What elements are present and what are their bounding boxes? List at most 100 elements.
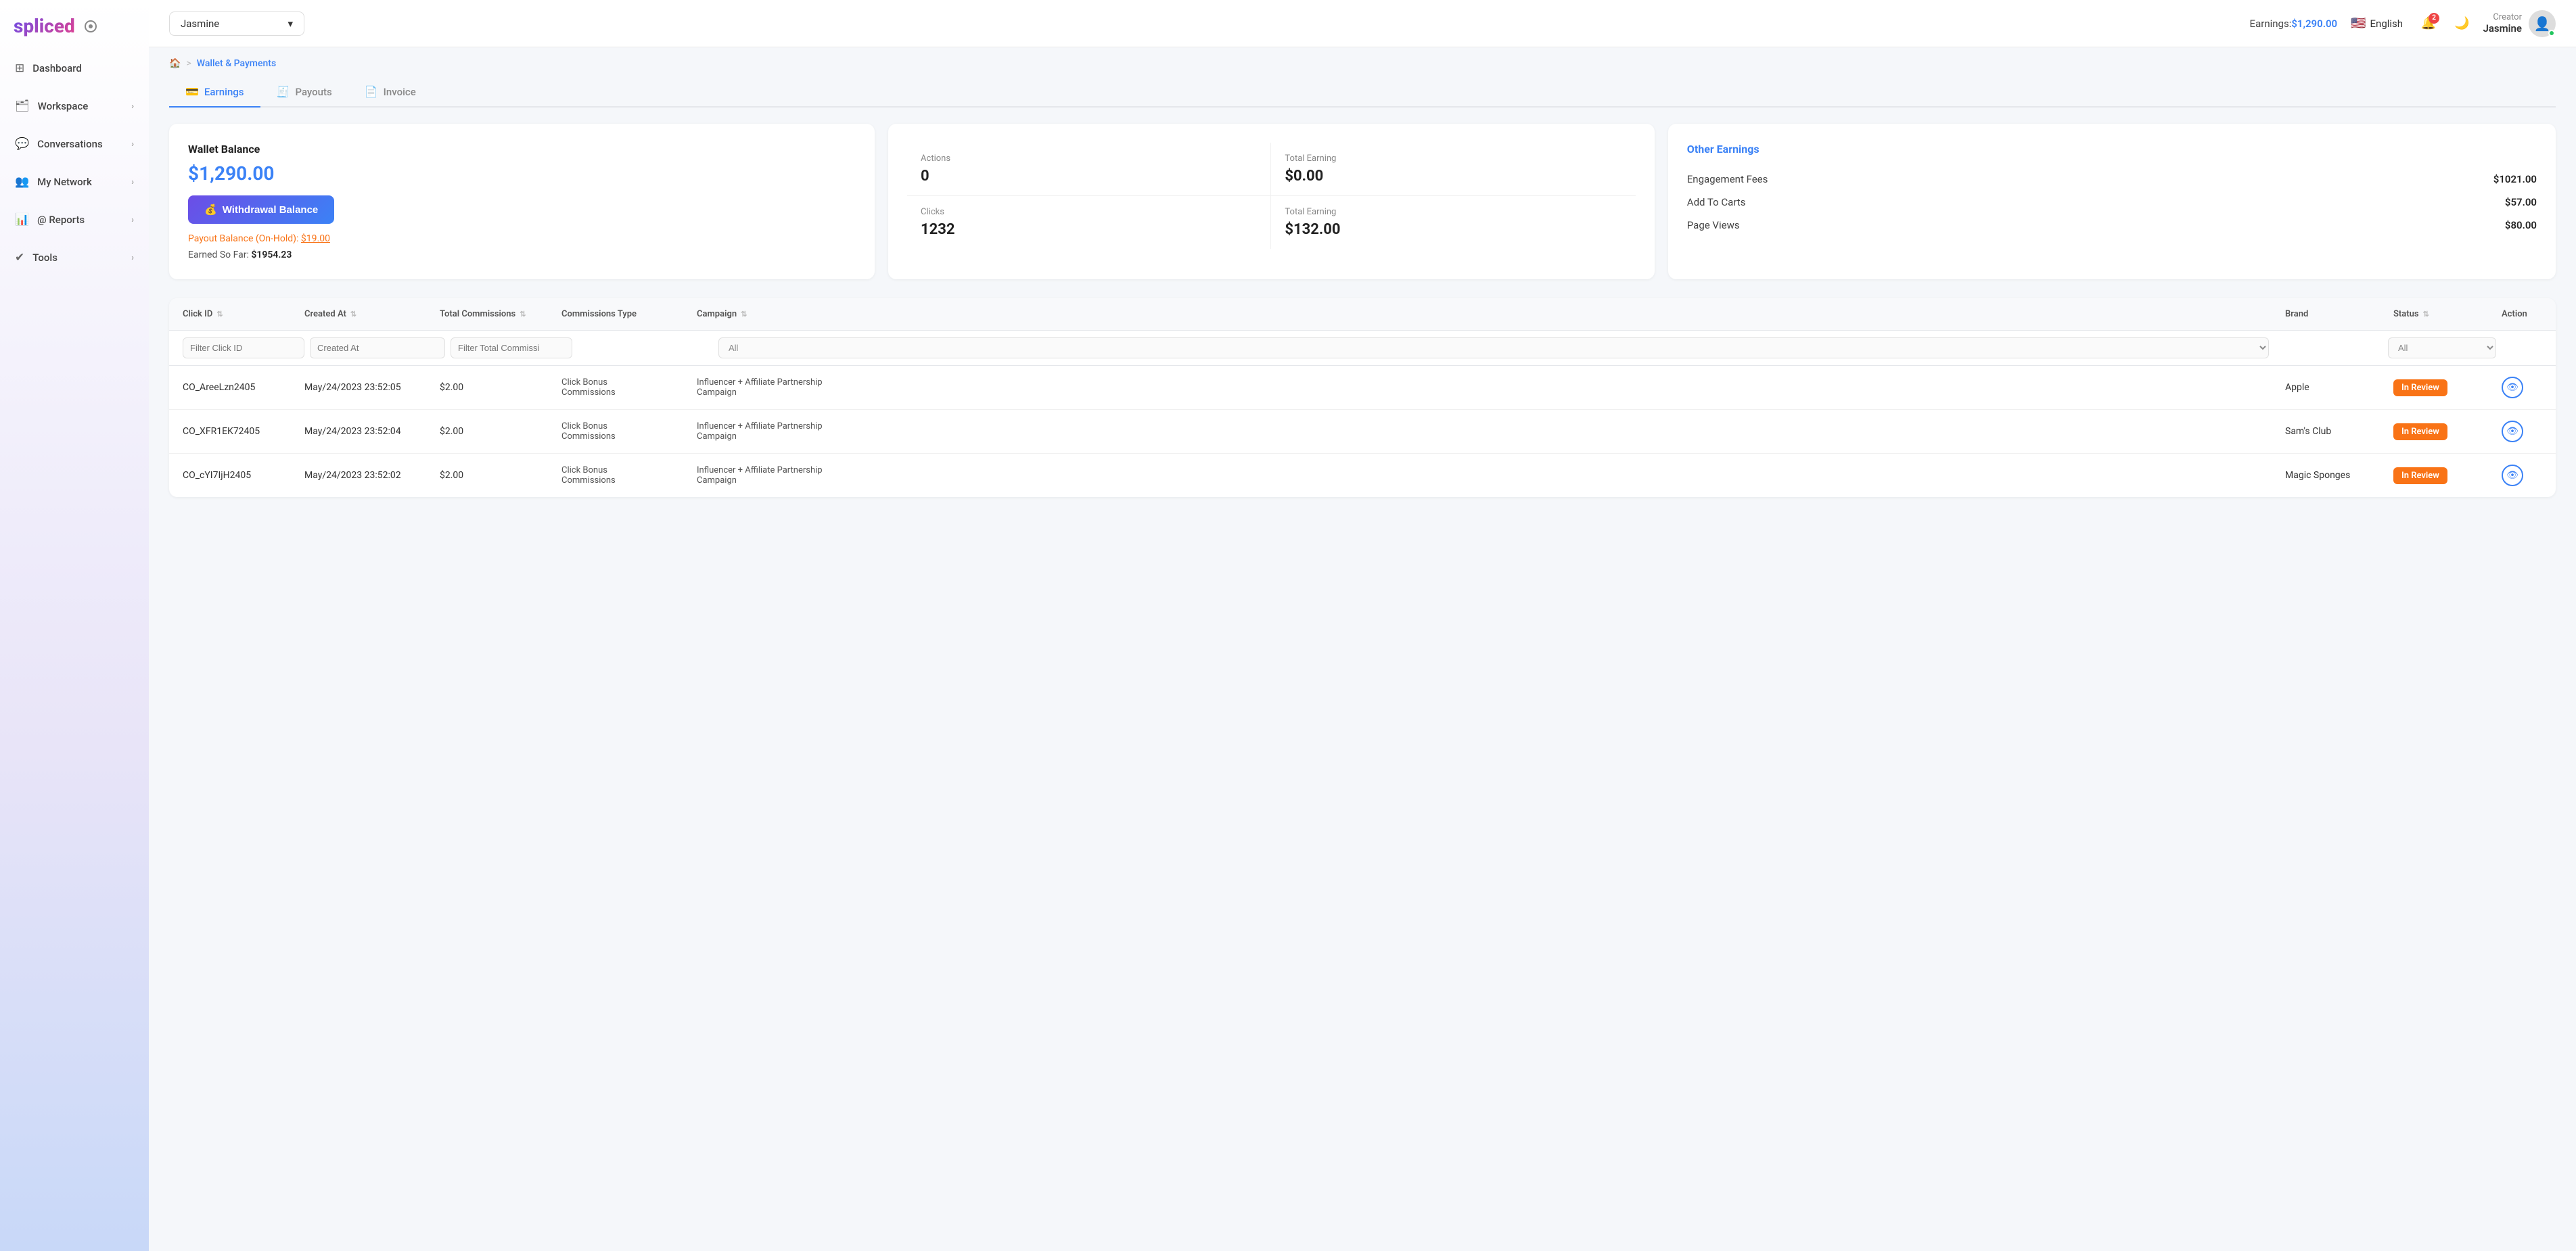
cell-click-id: CO_AreeLzn2405 [183, 382, 304, 393]
earnings-label: Earnings:$1,290.00 [2250, 18, 2338, 30]
stats-card: Actions 0 Total Earning $0.00 Clicks 123… [888, 124, 1655, 279]
sidebar-item-reports[interactable]: 📊 @ Reports › [0, 201, 149, 239]
tab-invoice[interactable]: 📄 Invoice [348, 77, 432, 108]
sort-icon[interactable]: ⇅ [350, 310, 356, 318]
total-earning-clicks-label: Total Earning [1285, 207, 1622, 217]
sort-icon[interactable]: ⇅ [2423, 310, 2429, 318]
cell-status: In Review [2393, 467, 2502, 484]
tab-payouts[interactable]: 🧾 Payouts [260, 77, 348, 108]
add-to-carts-row: Add To Carts $57.00 [1687, 191, 2537, 214]
cell-total-commissions: $2.00 [440, 470, 561, 481]
other-earnings-card: Other Earnings Engagement Fees $1021.00 … [1668, 124, 2556, 279]
sidebar-item-conversations[interactable]: 💬 Conversations › [0, 125, 149, 163]
total-earning-clicks-stat: Total Earning $132.00 [1271, 196, 1635, 249]
withdrawal-balance-button[interactable]: 💰 Withdrawal Balance [188, 195, 334, 224]
th-commissions-type: Commissions Type [561, 309, 697, 319]
wallet-amount: $1,290.00 [188, 162, 274, 185]
user-role: Creator [2483, 12, 2522, 22]
sidebar-item-dashboard[interactable]: ⊞ Dashboard [0, 49, 149, 87]
filter-created-at[interactable] [310, 337, 445, 358]
tab-label: Payouts [295, 86, 331, 98]
view-action-button[interactable]: 👁 [2502, 377, 2523, 398]
cell-campaign: Influencer + Affiliate PartnershipCampai… [697, 465, 2285, 486]
home-icon[interactable]: 🏠 [169, 58, 181, 69]
chevron-right-icon: › [131, 253, 134, 263]
sidebar-item-my-network[interactable]: 👥 My Network › [0, 163, 149, 201]
payout-hold-text: Payout Balance (On-Hold): $19.00 [188, 233, 330, 244]
th-campaign: Campaign ⇅ [697, 309, 2285, 319]
logo-text: spliced [14, 15, 75, 37]
withdrawal-btn-label: Withdrawal Balance [223, 204, 319, 216]
earned-amount: $1954.23 [251, 250, 292, 260]
reports-icon: 📊 [15, 213, 29, 227]
sidebar-item-label: My Network [37, 176, 92, 188]
add-to-carts-label: Add To Carts [1687, 196, 1746, 208]
sort-icon[interactable]: ⇅ [216, 310, 223, 318]
earned-so-far: Earned So Far: $1954.23 [188, 250, 292, 260]
add-to-carts-amount: $57.00 [2505, 196, 2537, 208]
cell-click-id: CO_XFR1EK72405 [183, 426, 304, 437]
tab-bar: 💳 Earnings 🧾 Payouts 📄 Invoice [169, 77, 2556, 108]
logo-area: spliced [0, 0, 149, 49]
cell-action: 👁 [2502, 377, 2542, 398]
cell-click-id: CO_cYI7IjH2405 [183, 470, 304, 481]
stats-grid: Actions 0 Total Earning $0.00 Clicks 123… [907, 143, 1636, 249]
view-action-button[interactable]: 👁 [2502, 421, 2523, 442]
sidebar-item-label: Workspace [38, 100, 89, 112]
status-badge: In Review [2393, 467, 2447, 484]
sort-icon[interactable]: ⇅ [741, 310, 747, 318]
engagement-fees-row: Engagement Fees $1021.00 [1687, 168, 2537, 191]
cell-commissions-type: Click BonusCommissions [561, 465, 697, 486]
chevron-right-icon: › [131, 177, 134, 187]
notifications-button[interactable]: 🔔 2 [2416, 11, 2441, 36]
workspace-selector-value: Jasmine [181, 18, 219, 30]
payout-hold-amount[interactable]: $19.00 [301, 233, 330, 244]
chevron-right-icon: › [131, 215, 134, 225]
cell-created-at: May/24/2023 23:52:05 [304, 382, 440, 393]
payouts-tab-icon: 🧾 [277, 85, 290, 98]
breadcrumb-current: Wallet & Payments [197, 58, 276, 69]
page-views-amount: $80.00 [2505, 219, 2537, 231]
tab-label: Invoice [384, 86, 416, 98]
sort-icon[interactable]: ⇅ [520, 310, 526, 318]
th-click-id: Click ID ⇅ [183, 309, 304, 319]
sidebar-item-tools[interactable]: ✔ Tools › [0, 239, 149, 277]
filter-status[interactable]: All [2388, 337, 2496, 358]
filter-campaign[interactable]: All [718, 337, 2269, 358]
sidebar-item-label: Tools [32, 252, 58, 264]
commissions-table: Click ID ⇅ Created At ⇅ Total Commission… [169, 298, 2556, 497]
flag-icon: 🇺🇸 [2351, 16, 2366, 30]
cell-brand: Magic Sponges [2285, 470, 2393, 481]
actions-value: 0 [921, 168, 1257, 185]
table-row: CO_XFR1EK72405 May/24/2023 23:52:04 $2.0… [169, 410, 2556, 454]
cell-brand: Apple [2285, 382, 2393, 393]
topbar-right: Earnings:$1,290.00 🇺🇸 English 🔔 2 🌙 Crea… [2250, 10, 2556, 37]
workspace-selector[interactable]: Jasmine ▾ [169, 11, 304, 36]
filter-total-commissions[interactable] [451, 337, 572, 358]
total-earning-actions-label: Total Earning [1285, 154, 1622, 164]
th-status: Status ⇅ [2393, 309, 2502, 319]
th-total-commissions: Total Commissions ⇅ [440, 309, 561, 319]
engagement-fees-amount: $1021.00 [2493, 173, 2537, 185]
filter-click-id[interactable] [183, 337, 304, 358]
cell-action: 👁 [2502, 465, 2542, 486]
dark-mode-toggle[interactable]: 🌙 [2454, 16, 2469, 30]
view-action-button[interactable]: 👁 [2502, 465, 2523, 486]
tools-icon: ✔ [15, 251, 24, 264]
cell-campaign: Influencer + Affiliate PartnershipCampai… [697, 421, 2285, 442]
total-earning-actions-stat: Total Earning $0.00 [1271, 143, 1635, 196]
actions-stat: Actions 0 [907, 143, 1271, 196]
tab-earnings[interactable]: 💳 Earnings [169, 77, 260, 108]
main-content: Jasmine ▾ Earnings:$1,290.00 🇺🇸 English … [149, 0, 2576, 1251]
sidebar-item-workspace[interactable]: 🗂 Workspace › [0, 87, 149, 125]
cell-status: In Review [2393, 379, 2502, 396]
workspace-icon: 🗂 [15, 99, 30, 113]
network-icon: 👥 [15, 175, 29, 189]
cell-total-commissions: $2.00 [440, 382, 561, 393]
user-profile[interactable]: Creator Jasmine 👤 [2483, 10, 2556, 37]
online-indicator [2548, 30, 2555, 37]
breadcrumb-separator: > [186, 58, 191, 69]
status-badge: In Review [2393, 379, 2447, 396]
table-header: Click ID ⇅ Created At ⇅ Total Commission… [169, 298, 2556, 331]
language-selector[interactable]: 🇺🇸 English [2351, 16, 2403, 30]
